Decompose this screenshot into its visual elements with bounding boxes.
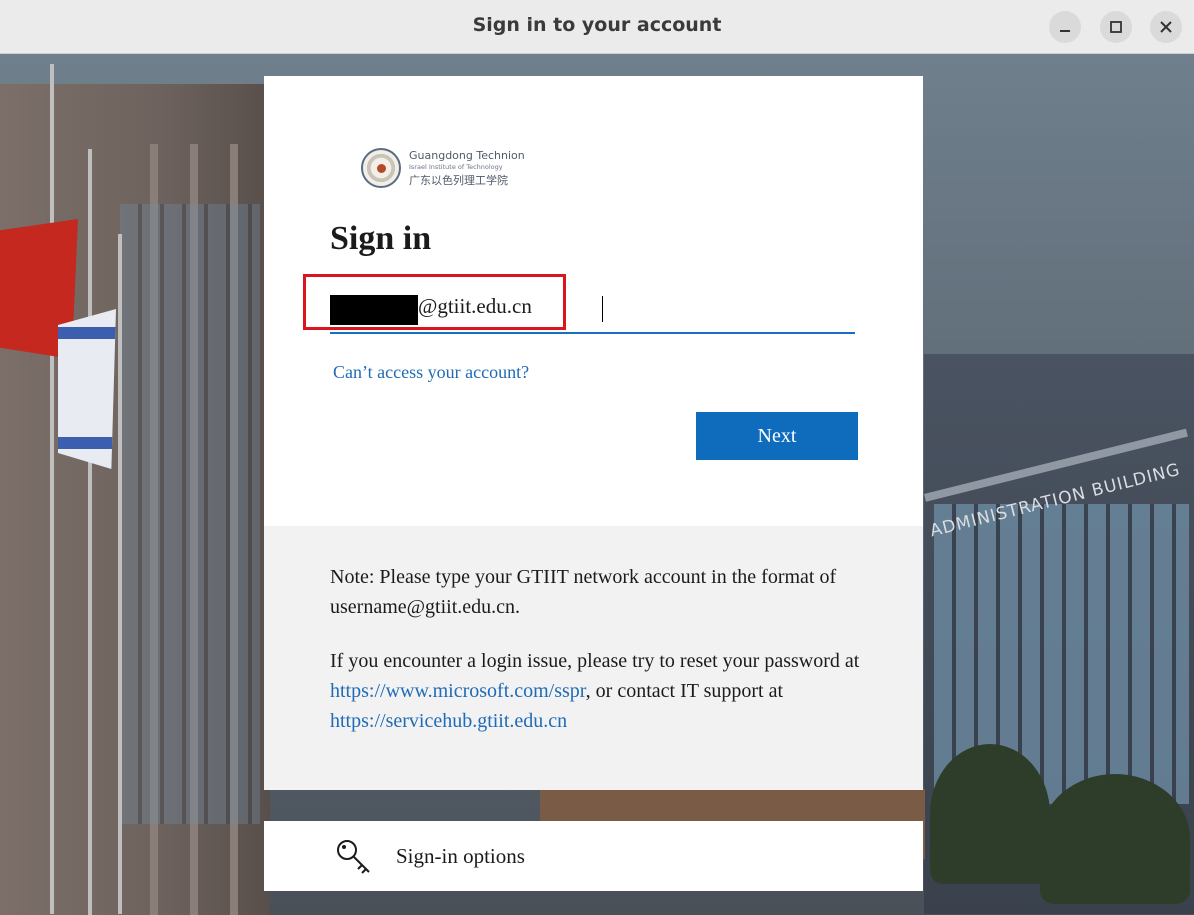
logo-subtitle: Israel Institute of Technology xyxy=(409,163,503,171)
seal-icon xyxy=(361,148,401,188)
cant-access-link[interactable]: Can’t access your account? xyxy=(333,362,529,383)
logo-name-en: Guangdong Technion xyxy=(409,149,525,162)
flag-israel xyxy=(58,309,116,469)
sspr-link[interactable]: https://www.microsoft.com/sspr xyxy=(330,680,586,702)
signin-options-label: Sign-in options xyxy=(396,844,525,868)
key-icon xyxy=(337,840,370,874)
close-button[interactable] xyxy=(1150,11,1182,43)
next-button[interactable]: Next xyxy=(696,412,858,460)
organization-logo: Guangdong Technion Israel Institute of T… xyxy=(361,148,541,194)
left-building xyxy=(0,84,270,915)
maximize-icon xyxy=(1110,21,1122,33)
note-text: Note: Please type your GTIIT network acc… xyxy=(330,566,837,618)
minimize-button[interactable] xyxy=(1049,11,1081,43)
note-panel: Note: Please type your GTIIT network acc… xyxy=(264,526,923,790)
window-title: Sign in to your account xyxy=(472,14,722,36)
page-title: Sign in xyxy=(330,220,432,257)
highlight-box xyxy=(303,274,566,330)
help-text: If you encounter a login issue, please t… xyxy=(330,650,860,732)
maximize-button[interactable] xyxy=(1100,11,1132,43)
servicehub-link[interactable]: https://servicehub.gtiit.edu.cn xyxy=(330,710,567,732)
logo-name-cn: 广东以色列理工学院 xyxy=(409,174,508,187)
close-icon xyxy=(1160,21,1172,33)
text-caret xyxy=(602,296,603,322)
title-bar: Sign in to your account xyxy=(0,0,1194,54)
signin-card: Guangdong Technion Israel Institute of T… xyxy=(264,76,923,526)
signin-options-button[interactable]: Sign-in options xyxy=(264,821,923,891)
minimize-icon xyxy=(1060,30,1070,32)
